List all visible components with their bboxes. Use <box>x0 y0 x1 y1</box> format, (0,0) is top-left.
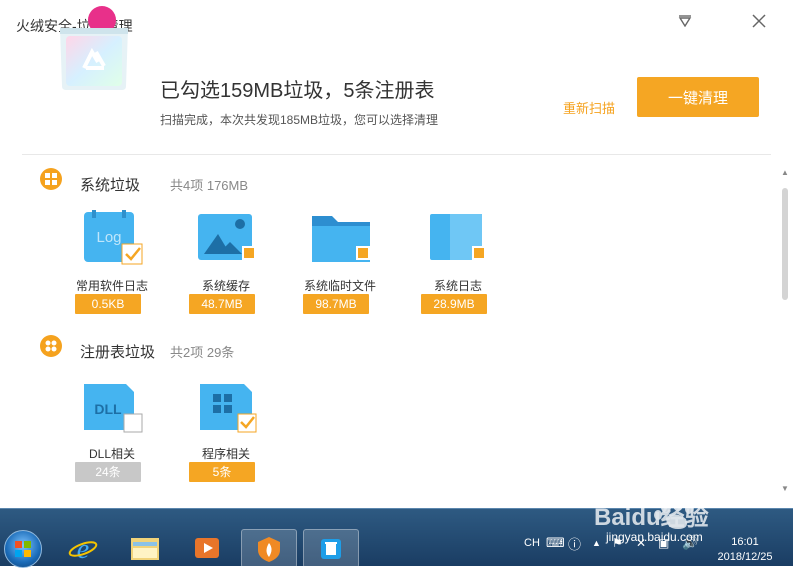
svg-text:Log: Log <box>96 229 121 246</box>
item-size: 48.7MB <box>189 294 255 314</box>
trash-icon <box>321 538 341 559</box>
folder-icon <box>312 216 370 262</box>
log-icon: Log <box>84 210 143 265</box>
folder-icon <box>131 537 159 560</box>
input-language-indicator[interactable]: CH <box>524 537 540 549</box>
cleanup-window: 火绒安全-垃圾清理 已勾选159MB垃圾，5条注册表 扫描完成，本次共发现185… <box>0 0 793 508</box>
start-button[interactable] <box>4 530 42 568</box>
registry-item-dll[interactable]: DLL DLL相关 24条 <box>52 378 172 488</box>
item-size: 28.9MB <box>421 294 487 314</box>
windows-icon <box>40 168 62 190</box>
watermark-url: jingyan.baidu.com <box>606 530 703 544</box>
windows-logo-icon <box>15 541 31 557</box>
junk-item-system-cache[interactable]: 系统缓存 48.7MB <box>166 210 286 320</box>
menu-button[interactable] <box>670 8 700 34</box>
item-size: 98.7MB <box>303 294 369 314</box>
clock-date: 2018/12/25 <box>717 551 773 563</box>
summary-subline: 扫描完成，本次共发现185MB垃圾，您可以选择清理 <box>160 113 439 127</box>
close-button[interactable] <box>744 8 774 34</box>
image-icon <box>198 214 256 260</box>
scroll-thumb[interactable] <box>782 188 788 300</box>
taskbar-media-player[interactable] <box>180 529 234 566</box>
svg-text:DLL: DLL <box>94 401 122 417</box>
registry-item-program[interactable]: 程序相关 5条 <box>166 378 286 488</box>
scroll-up-arrow-icon[interactable]: ▲ <box>779 168 791 177</box>
item-label: 系统缓存 <box>201 279 250 293</box>
section-title-registry-junk: 注册表垃圾 <box>80 344 156 361</box>
item-label: 系统日志 <box>433 279 482 293</box>
item-label: DLL相关 <box>88 447 135 461</box>
close-icon <box>752 14 766 28</box>
book-icon <box>430 214 486 260</box>
item-size: 0.5KB <box>75 294 141 314</box>
item-label: 常用软件日志 <box>75 279 148 293</box>
media-player-icon <box>195 537 219 558</box>
internet-explorer-icon: e <box>68 534 98 563</box>
one-click-clean-button[interactable]: 一键清理 <box>637 77 759 117</box>
item-label: 系统临时文件 <box>303 279 376 293</box>
header-divider <box>22 154 771 155</box>
taskbar-explorer[interactable] <box>118 529 172 566</box>
section-subtitle-registry-junk: 共2项 29条 <box>170 345 235 360</box>
dll-icon: DLL <box>84 384 143 433</box>
triangle-down-icon <box>678 15 692 27</box>
item-size: 5条 <box>189 462 255 482</box>
junk-item-system-log[interactable]: 系统日志 28.9MB <box>398 210 518 320</box>
item-label: 程序相关 <box>201 447 250 461</box>
section-subtitle-system-junk: 共4项 176MB <box>170 178 249 193</box>
taskbar-ie[interactable]: e <box>56 529 110 566</box>
recycle-bin-logo-icon <box>60 6 128 90</box>
help-icon[interactable]: ⓘ <box>568 534 581 553</box>
scroll-down-arrow-icon[interactable]: ▼ <box>779 484 791 493</box>
watermark-brand: Baidu经验 <box>594 503 709 531</box>
registry-icon <box>40 335 62 357</box>
junk-item-temp-files[interactable]: 系统临时文件 98.7MB <box>280 210 400 320</box>
taskbar-cleanup[interactable] <box>303 529 359 568</box>
svg-text:e: e <box>77 534 89 563</box>
summary-headline: 已勾选159MB垃圾，5条注册表 <box>160 80 435 102</box>
taskbar-huorong[interactable] <box>241 529 297 568</box>
flame-shield-icon <box>258 536 280 562</box>
section-title-system-junk: 系统垃圾 <box>80 177 141 194</box>
content-scrollbar[interactable]: ▲ ▼ <box>779 168 791 498</box>
rescan-link[interactable]: 重新扫描 <box>563 98 615 117</box>
item-size: 24条 <box>75 462 141 482</box>
program-icon <box>200 384 257 433</box>
junk-item-software-log[interactable]: Log 常用软件日志 0.5KB <box>52 210 172 320</box>
keyboard-icon[interactable]: ⌨ <box>546 535 565 551</box>
